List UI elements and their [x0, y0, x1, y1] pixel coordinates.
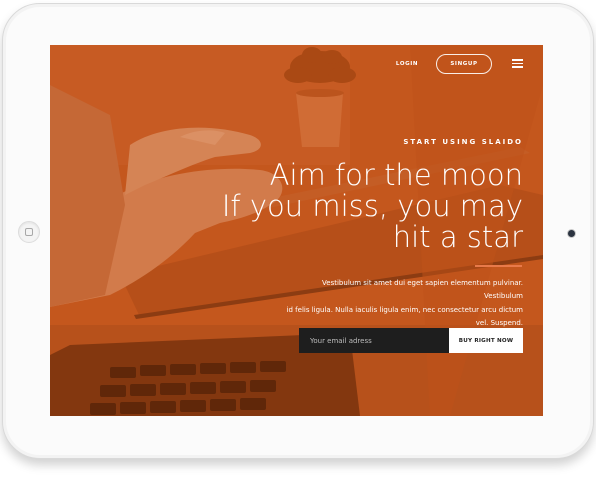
- accent-divider: [475, 265, 522, 267]
- headline-line: hit a star: [392, 220, 523, 254]
- hero-description: Vestibulum sit amet dui eget sapien elem…: [283, 277, 523, 331]
- login-link[interactable]: LOGIN: [390, 59, 424, 69]
- description-line: id felis ligula. Nulla iaculis ligula en…: [286, 305, 523, 314]
- email-input[interactable]: [299, 328, 449, 353]
- hero-eyebrow: START USING SLAIDO: [403, 138, 523, 146]
- buy-right-now-button[interactable]: BUY RIGHT NOW: [449, 328, 523, 353]
- home-button-icon[interactable]: [18, 221, 40, 243]
- signup-button[interactable]: SINGUP: [436, 54, 492, 74]
- hero-section: LOGIN SINGUP START USING SLAIDO Aim for …: [50, 45, 543, 416]
- hamburger-menu-icon[interactable]: [512, 59, 523, 68]
- headline-line: Aim for the moon: [269, 158, 523, 192]
- headline-line: If you miss, you may: [221, 189, 523, 223]
- camera-icon: [568, 230, 575, 237]
- hero-headline: Aim for the moon If you miss, you may hi…: [222, 160, 523, 253]
- description-line: Vestibulum sit amet dui eget sapien elem…: [322, 279, 523, 301]
